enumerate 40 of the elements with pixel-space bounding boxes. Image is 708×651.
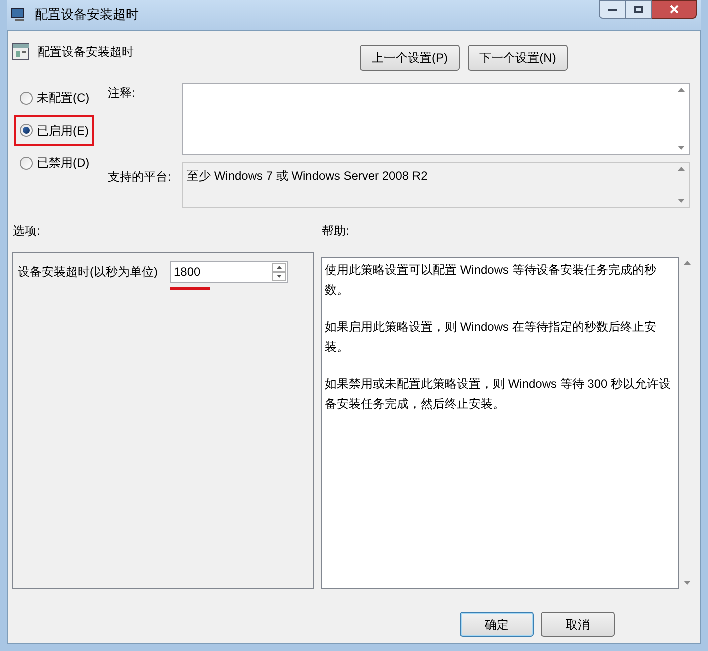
scroll-down-icon[interactable] (678, 199, 684, 203)
spin-value: 1800 (174, 264, 202, 281)
nav-button[interactable]: 下一个设置(N) (468, 45, 568, 71)
platform-label: 支持的平台: (108, 169, 172, 186)
spin-down-button[interactable] (272, 272, 286, 281)
help-label: 帮助: (322, 223, 350, 240)
scroll-down-icon[interactable] (678, 146, 684, 150)
window-title: 配置设备安装超时 (35, 6, 139, 24)
minimize-button[interactable] (599, 0, 626, 19)
scroll-down-icon[interactable] (684, 581, 690, 585)
policy-title: 配置设备安装超时 (38, 44, 134, 61)
policy-icon (12, 43, 30, 61)
platform-text: 至少 Windows 7 或 Windows Server 2008 R2 (186, 168, 429, 185)
spin-up-button[interactable] (272, 263, 286, 272)
close-icon (670, 5, 678, 14)
options-label: 选项: (12, 223, 42, 240)
maximize-button[interactable] (626, 0, 652, 19)
comment-field[interactable] (182, 83, 690, 155)
close-button[interactable] (652, 0, 697, 19)
help-paragraph: 使用此策略设置可以配置 Windows 等待设备安装任务完成的秒数。 (325, 262, 658, 299)
radio-button[interactable] (20, 156, 33, 170)
radio-button[interactable] (20, 92, 33, 104)
scroll-up-icon[interactable] (678, 88, 684, 92)
spin-field[interactable]: 1800 (170, 261, 288, 283)
radio-button[interactable] (20, 124, 33, 137)
scroll-up-icon[interactable] (678, 167, 684, 171)
dialog-button[interactable]: 确定 (460, 612, 534, 637)
scroll-up-icon[interactable] (684, 261, 690, 265)
help-paragraph: 如果启用此策略设置，则 Windows 在等待指定的秒数后终止安装。 (325, 319, 658, 356)
nav-button[interactable]: 上一个设置(P) (360, 45, 460, 71)
radio-option[interactable]: 未配置(C) (20, 89, 90, 107)
help-paragraph: 如果禁用或未配置此策略设置，则 Windows 等待 300 秒以允许设备安装任务完成，然后终止安装。 (325, 376, 672, 413)
up-arrow-icon (276, 266, 282, 269)
down-arrow-icon (276, 275, 282, 278)
dialog-button[interactable]: 取消 (541, 612, 615, 637)
computer-icon (11, 8, 27, 22)
radio-option[interactable]: 已启用(E) (20, 122, 89, 140)
comment-label: 注释: (108, 85, 136, 102)
timeout-label: 设备安装超时(以秒为单位) (18, 264, 158, 281)
radio-option[interactable]: 已禁用(D) (20, 154, 90, 172)
